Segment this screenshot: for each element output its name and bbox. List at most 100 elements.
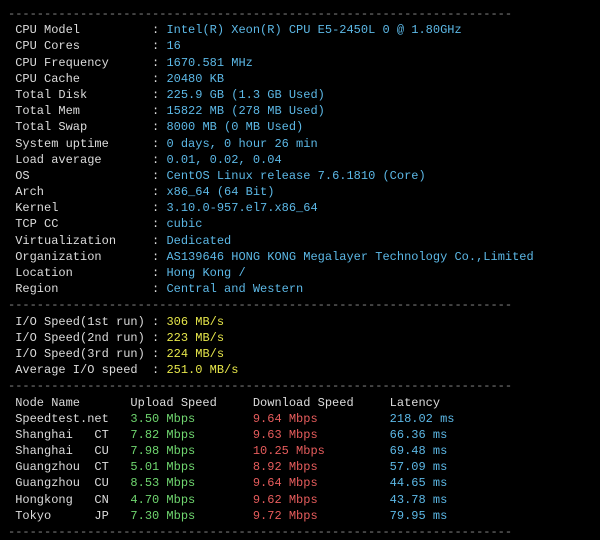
net-lat: 44.65 ms [390, 476, 448, 490]
net-node: Guangzhou CT [8, 460, 130, 474]
io-label: Average I/O speed [8, 362, 152, 378]
net-node: Guangzhou CU [8, 476, 130, 490]
sys-label: CPU Model [8, 22, 152, 38]
sys-row: Region : Central and Western [8, 281, 592, 297]
sys-row: Total Swap : 8000 MB (0 MB Used) [8, 119, 592, 135]
sys-row: OS : CentOS Linux release 7.6.1810 (Core… [8, 168, 592, 184]
io-row: I/O Speed(2nd run) : 223 MB/s [8, 330, 592, 346]
hdr-node: Node Name [8, 396, 130, 410]
sys-label: Total Mem [8, 103, 152, 119]
net-down: 8.92 Mbps [253, 460, 390, 474]
net-row: Speedtest.net 3.50 Mbps 9.64 Mbps 218.02… [8, 411, 592, 427]
net-down: 9.64 Mbps [253, 412, 390, 426]
sys-label: Organization [8, 249, 152, 265]
io-value: 223 MB/s [166, 331, 224, 345]
sys-label: CPU Cache [8, 71, 152, 87]
net-down: 9.72 Mbps [253, 509, 390, 523]
sys-label: CPU Frequency [8, 55, 152, 71]
net-node: Tokyo JP [8, 509, 130, 523]
sys-label: TCP CC [8, 216, 152, 232]
sys-value: 3.10.0-957.el7.x86_64 [166, 201, 317, 215]
separator: ----------------------------------------… [8, 297, 592, 313]
io-value: 306 MB/s [166, 315, 224, 329]
sys-row: Organization : AS139646 HONG KONG Megala… [8, 249, 592, 265]
colon: : [152, 72, 166, 86]
sys-row: Arch : x86_64 (64 Bit) [8, 184, 592, 200]
colon: : [152, 39, 166, 53]
net-down: 9.64 Mbps [253, 476, 390, 490]
net-up: 7.98 Mbps [130, 444, 252, 458]
colon: : [152, 201, 166, 215]
net-node: Shanghai CT [8, 428, 130, 442]
net-row: Shanghai CT 7.82 Mbps 9.63 Mbps 66.36 ms [8, 427, 592, 443]
net-lat: 218.02 ms [390, 412, 455, 426]
sys-value: CentOS Linux release 7.6.1810 (Core) [166, 169, 425, 183]
io-row: Average I/O speed : 251.0 MB/s [8, 362, 592, 378]
net-up: 8.53 Mbps [130, 476, 252, 490]
sys-label: Load average [8, 152, 152, 168]
colon: : [152, 282, 166, 296]
net-node: Shanghai CU [8, 444, 130, 458]
colon: : [152, 56, 166, 70]
io-label: I/O Speed(1st run) [8, 314, 152, 330]
colon: : [152, 266, 166, 280]
sys-label: OS [8, 168, 152, 184]
separator: ----------------------------------------… [8, 6, 592, 22]
sys-value: Intel(R) Xeon(R) CPU E5-2450L 0 @ 1.80GH… [166, 23, 461, 37]
colon: : [152, 234, 166, 248]
colon: : [152, 137, 166, 151]
hdr-down: Download Speed [253, 396, 390, 410]
sys-label: CPU Cores [8, 38, 152, 54]
sys-value: AS139646 HONG KONG Megalayer Technology … [166, 250, 533, 264]
colon: : [152, 23, 166, 37]
colon: : [152, 104, 166, 118]
net-lat: 69.48 ms [390, 444, 448, 458]
net-node: Speedtest.net [8, 412, 130, 426]
colon: : [152, 88, 166, 102]
io-row: I/O Speed(1st run) : 306 MB/s [8, 314, 592, 330]
sys-row: Kernel : 3.10.0-957.el7.x86_64 [8, 200, 592, 216]
io-value: 251.0 MB/s [166, 363, 238, 377]
net-up: 7.30 Mbps [130, 509, 252, 523]
sys-row: CPU Cores : 16 [8, 38, 592, 54]
sys-label: Kernel [8, 200, 152, 216]
sys-value: 20480 KB [166, 72, 224, 86]
net-lat: 79.95 ms [390, 509, 448, 523]
sys-value: x86_64 (64 Bit) [166, 185, 274, 199]
net-up: 3.50 Mbps [130, 412, 252, 426]
sys-value: 1670.581 MHz [166, 56, 252, 70]
io-value: 224 MB/s [166, 347, 224, 361]
sys-label: Virtualization [8, 233, 152, 249]
net-down: 9.63 Mbps [253, 428, 390, 442]
colon: : [152, 120, 166, 134]
colon: : [152, 153, 166, 167]
sys-label: Arch [8, 184, 152, 200]
sys-value: 0 days, 0 hour 26 min [166, 137, 317, 151]
sys-label: Total Swap [8, 119, 152, 135]
hdr-up: Upload Speed [130, 396, 252, 410]
net-lat: 57.09 ms [390, 460, 448, 474]
sys-row: CPU Model : Intel(R) Xeon(R) CPU E5-2450… [8, 22, 592, 38]
net-lat: 66.36 ms [390, 428, 448, 442]
net-down: 10.25 Mbps [253, 444, 390, 458]
sys-label: System uptime [8, 136, 152, 152]
sys-row: Location : Hong Kong / [8, 265, 592, 281]
colon: : [152, 185, 166, 199]
colon: : [152, 217, 166, 231]
sys-row: Load average : 0.01, 0.02, 0.04 [8, 152, 592, 168]
separator: ----------------------------------------… [8, 524, 592, 540]
sys-value: cubic [166, 217, 202, 231]
sys-value: 15822 MB (278 MB Used) [166, 104, 324, 118]
net-up: 5.01 Mbps [130, 460, 252, 474]
terminal-output: ----------------------------------------… [8, 6, 592, 540]
colon: : [152, 169, 166, 183]
colon: : [152, 250, 166, 264]
sys-row: Total Disk : 225.9 GB (1.3 GB Used) [8, 87, 592, 103]
io-row: I/O Speed(3rd run) : 224 MB/s [8, 346, 592, 362]
sys-value: Dedicated [166, 234, 231, 248]
net-row: Guangzhou CT 5.01 Mbps 8.92 Mbps 57.09 m… [8, 459, 592, 475]
sys-row: System uptime : 0 days, 0 hour 26 min [8, 136, 592, 152]
sys-label: Location [8, 265, 152, 281]
sys-label: Total Disk [8, 87, 152, 103]
sys-row: Virtualization : Dedicated [8, 233, 592, 249]
